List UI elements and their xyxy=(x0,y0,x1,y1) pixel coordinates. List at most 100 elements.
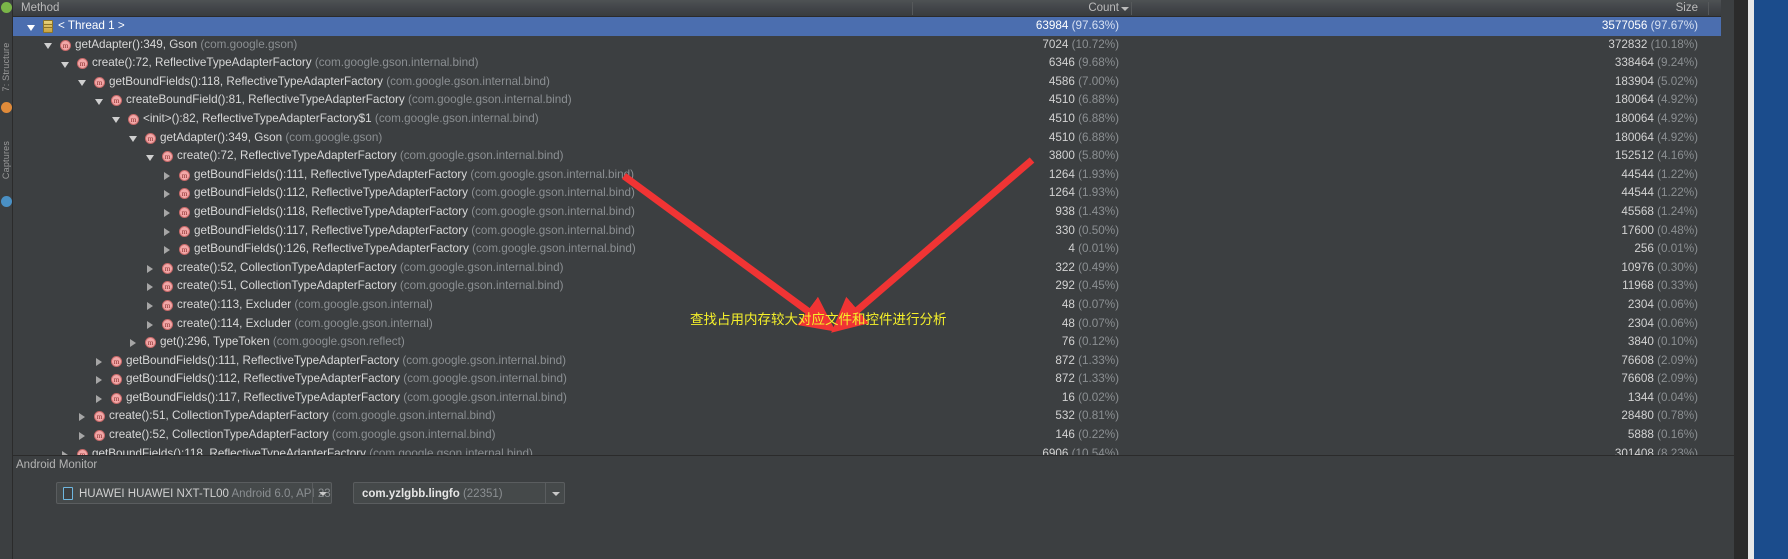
table-row[interactable]: m getBoundFields():117, ReflectiveTypeAda… xyxy=(13,389,1721,408)
expand-arrow-icon[interactable] xyxy=(78,407,89,426)
cell-count: 322 (0.49%) xyxy=(1055,260,1119,274)
table-row[interactable]: m get():296, TypeToken (com.google.gson.r… xyxy=(13,333,1721,352)
device-dropdown[interactable]: HUAWEI HUAWEI NXT-TL00 Android 6.0, API … xyxy=(56,482,332,504)
cell-size: 256 (0.01%) xyxy=(1634,242,1698,256)
table-row[interactable]: < Thread 1 > 63984 (97.63%) 3577056 (97.67… xyxy=(13,17,1721,36)
expand-arrow-icon[interactable] xyxy=(163,222,174,241)
table-row[interactable]: m getBoundFields():112, ReflectiveTypeAda… xyxy=(13,370,1721,389)
android-studio-memory-monitor: 7: Structure Captures Method Count Size … xyxy=(0,0,1788,559)
cell-count: 48 (0.07%) xyxy=(1061,297,1119,311)
android-monitor-title: Android Monitor xyxy=(16,459,98,471)
table-row[interactable]: m create():114, Excluder (com.google.gson… xyxy=(13,315,1721,334)
thread-icon xyxy=(43,20,53,33)
cell-size: 338464 (9.24%) xyxy=(1614,56,1698,70)
collapse-arrow-icon[interactable] xyxy=(146,147,157,166)
method-label: create():51, CollectionTypeAdapterFactor… xyxy=(109,409,496,423)
table-row[interactable]: m getBoundFields():126, ReflectiveTypeAda… xyxy=(13,240,1721,259)
column-header-method[interactable]: Method xyxy=(21,0,59,17)
method-icon: m xyxy=(128,113,139,125)
collapse-arrow-icon[interactable] xyxy=(95,91,106,110)
sidebar-tab-captures[interactable]: Captures xyxy=(1,132,11,188)
cell-count: 16 (0.02%) xyxy=(1061,390,1119,404)
expand-arrow-icon[interactable] xyxy=(95,370,106,389)
table-row[interactable]: m getBoundFields():118, ReflectiveTypeAda… xyxy=(13,73,1721,92)
cell-size: 10976 (0.30%) xyxy=(1621,260,1698,274)
method-icon: m xyxy=(179,244,190,256)
android-monitor-bar: Android Monitor ⚙ xyxy=(13,455,1788,473)
expand-arrow-icon[interactable] xyxy=(163,203,174,222)
cell-size: 3577056 (97.67%) xyxy=(1601,19,1698,32)
process-dropdown-arrow[interactable] xyxy=(545,483,564,503)
cell-size: 5888 (0.16%) xyxy=(1627,428,1698,442)
table-header: Method Count Size xyxy=(13,0,1721,17)
method-icon: m xyxy=(179,206,190,218)
collapse-arrow-icon[interactable] xyxy=(44,36,55,55)
method-label: getBoundFields():111, ReflectiveTypeAdap… xyxy=(194,167,635,181)
table-row[interactable]: m getBoundFields():117, ReflectiveTypeAda… xyxy=(13,222,1721,241)
expand-arrow-icon[interactable] xyxy=(95,389,106,408)
cell-count: 872 (1.33%) xyxy=(1055,353,1119,367)
column-header-count[interactable]: Count xyxy=(913,0,1132,17)
cell-count: 4510 (6.88%) xyxy=(1048,93,1119,107)
expand-arrow-icon[interactable] xyxy=(95,352,106,371)
method-icon: m xyxy=(111,392,122,404)
table-row[interactable]: m getBoundFields():118, ReflectiveTypeAda… xyxy=(13,203,1721,222)
column-header-size[interactable]: Size xyxy=(1408,0,1708,17)
table-row[interactable]: m create():52, CollectionTypeAdapterFacto… xyxy=(13,426,1721,445)
expand-arrow-icon[interactable] xyxy=(146,259,157,278)
table-row[interactable]: m getAdapter():349, Gson (com.google.gson… xyxy=(13,36,1721,55)
method-icon: m xyxy=(162,281,173,293)
table-row[interactable]: m <init>():82, ReflectiveTypeAdapterFacto… xyxy=(13,110,1721,129)
expand-arrow-icon[interactable] xyxy=(78,426,89,445)
table-row[interactable]: m getAdapter():349, Gson (com.google.gson… xyxy=(13,129,1721,148)
collapse-arrow-icon[interactable] xyxy=(27,17,38,36)
table-row[interactable]: m getBoundFields():111, ReflectiveTypeAda… xyxy=(13,352,1721,371)
expand-arrow-icon[interactable] xyxy=(129,333,140,352)
table-row[interactable]: m create():52, CollectionTypeAdapterFacto… xyxy=(13,259,1721,278)
collapse-arrow-icon[interactable] xyxy=(61,54,72,73)
call-tree: < Thread 1 > 63984 (97.63%) 3577056 (97.67… xyxy=(13,17,1721,460)
collapse-arrow-icon[interactable] xyxy=(112,110,123,129)
window-right-edge xyxy=(1734,0,1788,559)
sort-desc-icon xyxy=(1121,7,1129,11)
expand-arrow-icon[interactable] xyxy=(163,240,174,259)
method-icon: m xyxy=(111,355,122,367)
cell-count: 6346 (9.68%) xyxy=(1048,56,1119,70)
cell-size: 44544 (1.22%) xyxy=(1621,167,1698,181)
expand-arrow-icon[interactable] xyxy=(146,315,157,334)
collapse-arrow-icon[interactable] xyxy=(129,129,140,148)
method-icon: m xyxy=(162,318,173,330)
device-name: HUAWEI HUAWEI NXT-TL00 xyxy=(79,488,229,500)
cell-count: 1264 (1.93%) xyxy=(1048,167,1119,181)
method-label: createBoundField():81, ReflectiveTypeAda… xyxy=(126,93,572,107)
collapse-arrow-icon[interactable] xyxy=(78,73,89,92)
table-row[interactable]: m create():72, ReflectiveTypeAdapterFacto… xyxy=(13,54,1721,73)
table-row[interactable]: m getBoundFields():111, ReflectiveTypeAda… xyxy=(13,166,1721,185)
expand-arrow-icon[interactable] xyxy=(146,277,157,296)
cell-size: 180064 (4.92%) xyxy=(1614,111,1698,125)
cell-size: 180064 (4.92%) xyxy=(1614,93,1698,107)
table-row[interactable]: m create():51, CollectionTypeAdapterFacto… xyxy=(13,407,1721,426)
cell-count: 532 (0.81%) xyxy=(1055,409,1119,423)
method-label: getBoundFields():126, ReflectiveTypeAdap… xyxy=(194,242,636,256)
process-dropdown[interactable]: com.yzlgbb.lingfo (22351) xyxy=(353,482,565,504)
device-dropdown-arrow[interactable] xyxy=(312,483,331,503)
method-label: create():72, ReflectiveTypeAdapterFactor… xyxy=(92,56,479,70)
process-pid: (22351) xyxy=(462,488,503,500)
cell-size: 180064 (4.92%) xyxy=(1614,130,1698,144)
expand-arrow-icon[interactable] xyxy=(163,184,174,203)
structure-icon xyxy=(1,102,12,113)
table-row[interactable]: m create():72, ReflectiveTypeAdapterFacto… xyxy=(13,147,1721,166)
expand-arrow-icon[interactable] xyxy=(163,166,174,185)
process-label: com.yzlgbb.lingfo (22351) xyxy=(362,483,503,505)
table-row[interactable]: m getBoundFields():112, ReflectiveTypeAda… xyxy=(13,184,1721,203)
table-row[interactable]: m create():113, Excluder (com.google.gson… xyxy=(13,296,1721,315)
cell-size: 183904 (5.02%) xyxy=(1614,74,1698,88)
table-row[interactable]: m createBoundField():81, ReflectiveTypeAd… xyxy=(13,91,1721,110)
sidebar-tab-structure[interactable]: 7: Structure xyxy=(1,39,11,95)
table-row[interactable]: m create():51, CollectionTypeAdapterFacto… xyxy=(13,277,1721,296)
cell-size: 11968 (0.33%) xyxy=(1622,279,1698,293)
expand-arrow-icon[interactable] xyxy=(146,296,157,315)
method-icon: m xyxy=(145,132,156,144)
cell-size: 76608 (2.09%) xyxy=(1621,353,1698,367)
